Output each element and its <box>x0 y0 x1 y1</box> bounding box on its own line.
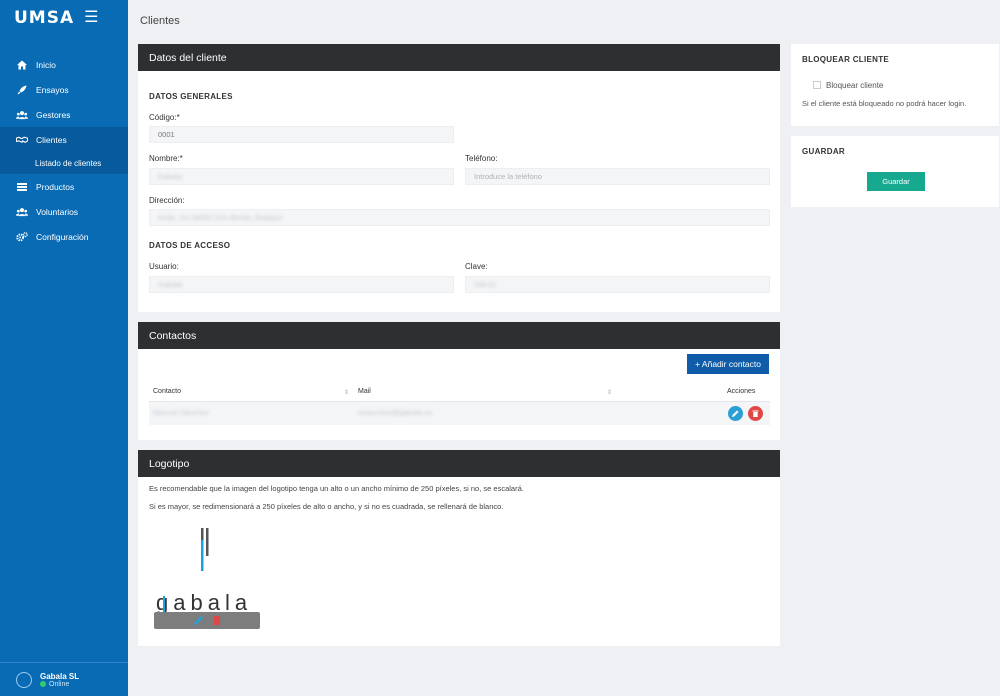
trash-icon <box>752 410 759 417</box>
save-button[interactable]: Guardar <box>867 172 925 191</box>
nombre-label: Nombre:* <box>149 154 183 163</box>
user-status-label: Online <box>49 680 70 688</box>
sort-icon[interactable]: ⇕ <box>344 389 349 396</box>
sidebar-item-productos[interactable]: Productos <box>0 174 128 199</box>
block-panel-title: BLOQUEAR CLIENTE <box>802 55 890 64</box>
user-avatar-icon <box>16 671 32 688</box>
direccion-label: Dirección: <box>149 196 185 205</box>
sidebar-item-label: Clientes <box>36 134 67 145</box>
section-general-label: DATOS GENERALES <box>149 92 233 101</box>
brand-bar: UMSA ☰ <box>0 0 128 36</box>
panel-title: Logotipo <box>138 450 780 477</box>
handshake-icon <box>16 134 28 146</box>
block-client-panel: BLOQUEAR CLIENTE Bloquear cliente Si el … <box>791 44 999 126</box>
table-row: Manuel Sánchez msanchez@gabala.es <box>149 402 770 425</box>
nombre-field[interactable]: Gabala <box>149 168 454 185</box>
list-icon <box>16 181 28 193</box>
gabala-logo-image: gabala <box>154 528 260 629</box>
hamburger-icon[interactable]: ☰ <box>84 10 98 26</box>
sidebar-subitem-listado-clientes[interactable]: Listado de clientes <box>0 152 128 174</box>
client-data-panel: Datos del cliente DATOS GENERALES Código… <box>138 44 780 312</box>
codigo-field[interactable]: 0001 <box>149 126 454 143</box>
block-client-checkbox-label[interactable]: Bloquear cliente <box>826 81 883 90</box>
sidebar-item-voluntarios[interactable]: Voluntarios <box>0 199 128 224</box>
block-client-checkbox[interactable] <box>813 81 821 89</box>
online-dot-icon <box>40 681 46 687</box>
sidebar: UMSA ☰ Inicio Ensayos Gestores Clientes <box>0 0 128 696</box>
panel-title: Datos del cliente <box>138 44 780 71</box>
app-logo[interactable]: UMSA <box>14 8 74 28</box>
sidebar-item-clientes[interactable]: Clientes <box>0 127 128 152</box>
usuario-label: Usuario: <box>149 262 179 271</box>
delete-button[interactable] <box>748 406 763 421</box>
user-name: Gabala SL <box>40 671 80 681</box>
col-mail[interactable]: Mail <box>358 388 371 395</box>
sort-icon[interactable]: ⇕ <box>607 389 612 396</box>
sidebar-item-inicio[interactable]: Inicio <box>0 52 128 77</box>
save-panel-title: GUARDAR <box>802 147 845 156</box>
direccion-field[interactable]: Avda. s/n 06800 Don Benito, Badajoz <box>149 209 770 226</box>
codigo-value: 0001 <box>158 130 175 139</box>
sidebar-nav: Inicio Ensayos Gestores Clientes Listado… <box>0 52 128 249</box>
direccion-value: Avda. s/n 06800 Don Benito, Badajoz <box>158 213 283 222</box>
logo-preview[interactable]: gabala <box>154 526 260 630</box>
nombre-value: Gabala <box>158 172 183 181</box>
telefono-label: Teléfono: <box>465 154 498 163</box>
clave-label: Clave: <box>465 262 488 271</box>
rocket-icon <box>16 84 28 96</box>
sidebar-item-label: Gestores <box>36 109 71 120</box>
col-contacto[interactable]: Contacto <box>153 388 181 395</box>
telefono-field[interactable]: Introduce la teléfono <box>465 168 770 185</box>
clave-field[interactable]: Gbl-01 <box>465 276 770 293</box>
contact-name: Manuel Sánchez <box>153 408 209 417</box>
save-panel: GUARDAR Guardar <box>791 136 999 207</box>
sidebar-item-label: Voluntarios <box>36 206 79 217</box>
logo-note-2: Si es mayor, se redimensionará a 250 píx… <box>149 502 504 511</box>
sidebar-item-ensayos[interactable]: Ensayos <box>0 77 128 102</box>
user-status: Online <box>40 681 79 688</box>
telefono-placeholder: Introduce la teléfono <box>474 172 542 181</box>
pencil-icon <box>732 410 739 417</box>
panel-title: Contactos <box>138 322 780 349</box>
usuario-value: Gabala <box>158 280 183 289</box>
codigo-label: Código:* <box>149 113 180 122</box>
contacts-table-header: Contacto ⇕ Mail ⇕ Acciones <box>149 386 770 402</box>
sidebar-item-label: Inicio <box>36 59 56 70</box>
col-acciones: Acciones <box>727 388 756 395</box>
section-acceso-label: DATOS DE ACCESO <box>149 241 231 250</box>
usuario-field[interactable]: Gabala <box>149 276 454 293</box>
contact-mail: msanchez@gabala.es <box>358 408 433 417</box>
user-box[interactable]: Gabala SL Online <box>0 662 128 696</box>
users-icon <box>16 206 28 218</box>
sidebar-item-label: Productos <box>36 181 75 192</box>
gears-icon <box>16 231 28 243</box>
logo-panel: Logotipo Es recomendable que la imagen d… <box>138 450 780 646</box>
logo-note-1: Es recomendable que la imagen del logoti… <box>149 484 524 493</box>
gabala-logo-text: gabala <box>156 590 252 615</box>
edit-button[interactable] <box>728 406 743 421</box>
add-contact-button[interactable]: + Añadir contacto <box>687 354 769 374</box>
sidebar-subitem-label: Listado de clientes <box>35 158 102 168</box>
block-client-help: Si el cliente está bloqueado no podrá ha… <box>802 99 967 108</box>
clave-value: Gbl-01 <box>474 280 497 289</box>
sidebar-item-configuracion[interactable]: Configuración <box>0 224 128 249</box>
sidebar-item-gestores[interactable]: Gestores <box>0 102 128 127</box>
users-icon <box>16 109 28 121</box>
sidebar-item-label: Ensayos <box>36 84 69 95</box>
contacts-panel: Contactos + Añadir contacto Contacto ⇕ M… <box>138 322 780 440</box>
sidebar-item-label: Configuración <box>36 231 89 242</box>
home-icon <box>16 59 28 71</box>
page-title: Clientes <box>140 15 180 27</box>
